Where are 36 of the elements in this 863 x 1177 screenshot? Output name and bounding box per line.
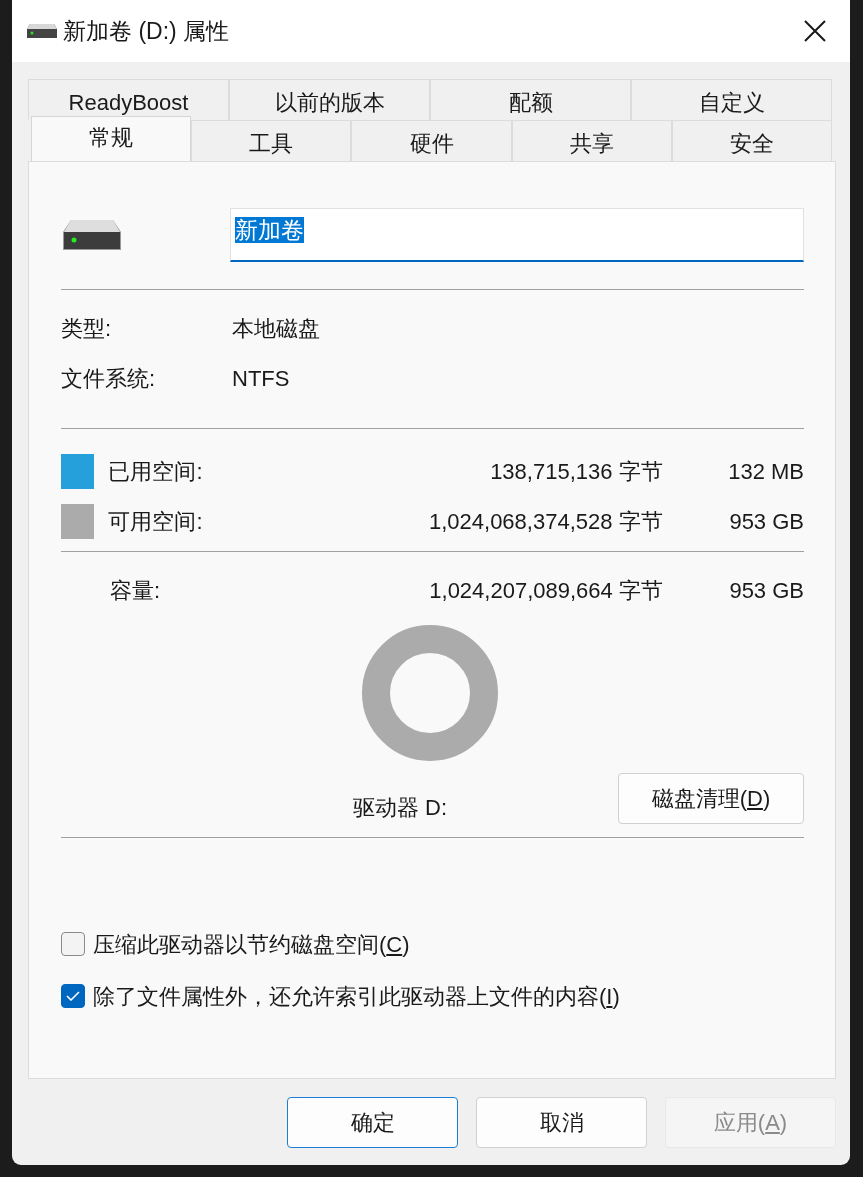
drive-icon [63, 220, 121, 250]
tab[interactable]: 常规 [31, 116, 192, 161]
tab[interactable]: 配额 [430, 79, 631, 120]
field-value: 本地磁盘 [232, 315, 320, 343]
tab[interactable]: 安全 [671, 120, 832, 161]
dialog-button[interactable]: 确定 [287, 1097, 458, 1148]
space-label: 已用空间: [108, 457, 204, 486]
drive-label: 驱动器 D: [353, 794, 448, 822]
field-label: 文件系统: [61, 365, 157, 393]
drive-icon [27, 24, 57, 38]
space-label: 可用空间: [108, 507, 204, 536]
checkbox[interactable] [61, 932, 85, 956]
checkbox[interactable] [61, 984, 85, 1008]
tab[interactable]: 共享 [511, 120, 672, 161]
tab[interactable]: 以前的版本 [229, 79, 430, 120]
byte-count: 138,715,136 字节 [489, 457, 663, 486]
size-value: 953 GB [728, 507, 804, 536]
dialog-button[interactable]: 取消 [476, 1097, 647, 1148]
capacity-bytes: 1,024,207,089,664 字节 [428, 577, 663, 605]
field-label: 类型: [61, 315, 113, 343]
capacity-size: 953 GB [728, 577, 804, 605]
checkbox-label: 压缩此驱动器以节约磁盘空间(C) [93, 930, 410, 959]
field-value: NTFS [232, 365, 290, 393]
tab[interactable]: 自定义 [631, 79, 832, 120]
name-field[interactable]: 新加卷 [230, 208, 804, 262]
capacity-label: 容量: [110, 577, 162, 605]
close-icon [804, 20, 826, 42]
byte-count: 1,024,068,374,528 字节 [427, 507, 663, 536]
disk-cleanup-button[interactable]: 磁盘清理(D) [618, 773, 804, 824]
size-value: 132 MB [727, 457, 804, 486]
tab[interactable]: 工具 [191, 120, 352, 161]
window-title: 新加卷 (D:) 属性 [63, 16, 230, 46]
tab[interactable]: ReadyBoost [28, 79, 229, 120]
checkbox-label: 除了文件属性外，还允许索引此驱动器上文件的内容(I) [93, 982, 620, 1011]
tab[interactable]: 硬件 [351, 120, 512, 161]
check-icon [66, 991, 80, 1001]
